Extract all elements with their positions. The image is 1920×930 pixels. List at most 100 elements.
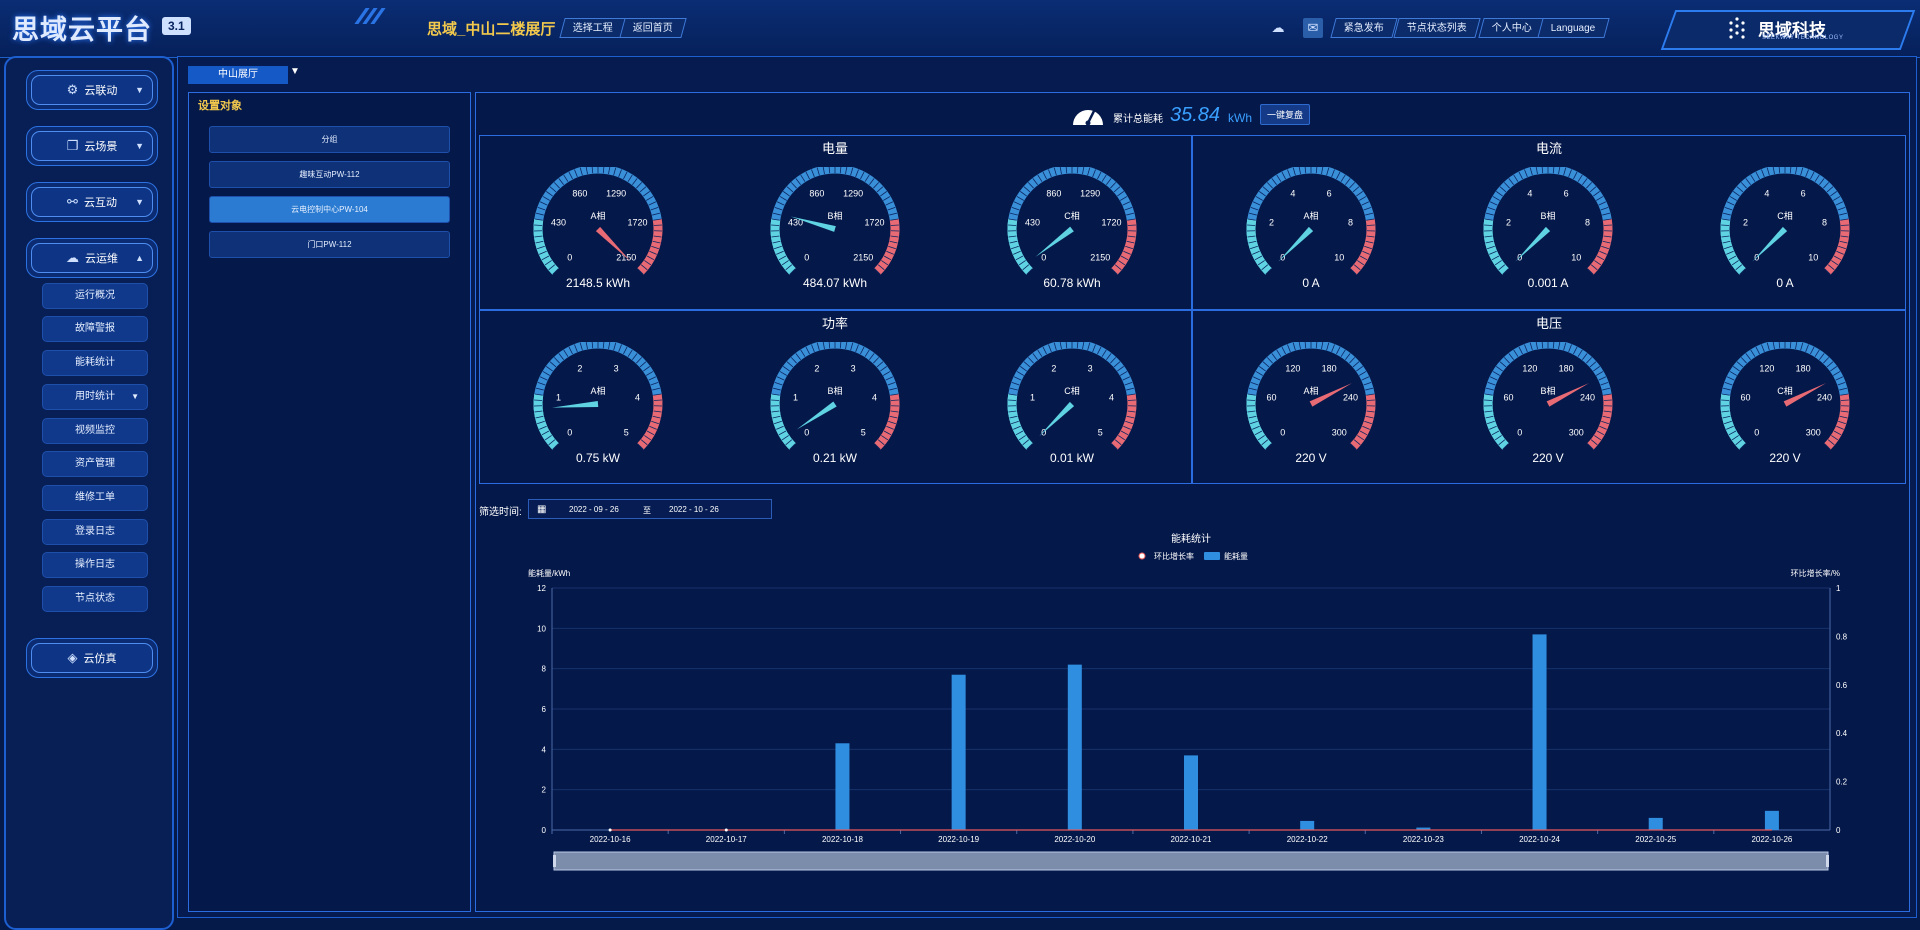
growth-rate-point xyxy=(608,828,612,832)
nav-item-login-log[interactable]: 登录日志 xyxy=(42,519,148,545)
language-button[interactable]: Language xyxy=(1537,18,1610,38)
nav-item-assets[interactable]: 资产管理 xyxy=(42,451,148,477)
x-tick-label: 2022-10-20 xyxy=(1054,835,1095,844)
gauge-tick-label: 120 xyxy=(1759,363,1774,373)
mail-icon[interactable]: ✉ xyxy=(1303,18,1323,38)
gauge-phase-label: B相 xyxy=(1540,385,1555,396)
object-item-entrance[interactable]: 门口PW-112 xyxy=(209,231,450,258)
scene-icon: ❐ xyxy=(66,138,79,153)
gauge: 0246810B相 xyxy=(1483,167,1613,275)
y-axis-label: 能耗量/kWh xyxy=(528,568,570,578)
home-button[interactable]: 返回首页 xyxy=(619,18,687,38)
object-item-fun-interact[interactable]: 趣味互动PW-112 xyxy=(209,161,450,188)
bar[interactable] xyxy=(1300,820,1315,830)
nav-item-overview[interactable]: 运行概况 xyxy=(42,283,148,309)
version-badge: 3.1 xyxy=(162,17,191,35)
y-tick-label: 10 xyxy=(537,624,546,633)
bar[interactable] xyxy=(835,743,850,830)
nav-item-fault-alarm[interactable]: 故障警报 xyxy=(42,316,148,342)
legend-line-marker xyxy=(1138,552,1146,560)
gauge-value: 0.75 kW xyxy=(575,451,620,465)
y-tick-label: 8 xyxy=(542,665,547,674)
gauge-tick-label: 0 xyxy=(804,427,809,437)
bar[interactable] xyxy=(1532,634,1547,830)
gauge-tick-label: 2 xyxy=(1506,218,1511,228)
gauge-value: 484.07 kWh xyxy=(802,276,868,290)
gauge-tick-label: 4 xyxy=(635,393,640,403)
zoom-handle-left[interactable] xyxy=(553,855,556,867)
gauge-tick-label: 6 xyxy=(1564,188,1569,198)
nav-item-video[interactable]: 视频监控 xyxy=(42,418,148,444)
zoom-slider[interactable] xyxy=(553,851,1829,871)
gauge-minor-tick xyxy=(1127,399,1136,401)
quadrant-title: 电流 xyxy=(1535,141,1562,156)
gauge: 0246810A相 xyxy=(1246,167,1376,275)
object-item-control-center[interactable]: 云电控制中心PW-104 xyxy=(209,196,450,223)
gauge-tick-label: 8 xyxy=(1348,218,1353,228)
speedometer-icon xyxy=(1073,110,1103,126)
gauge-value: 0.21 kW xyxy=(812,451,857,465)
y2-tick-label: 0.4 xyxy=(1836,729,1848,738)
nav-item-operation-log[interactable]: 操作日志 xyxy=(42,552,148,578)
gauge: 012345C相 xyxy=(1007,342,1137,450)
chevron-down-icon[interactable]: ▼ xyxy=(290,66,300,77)
nav-group-cloud-scene[interactable]: ❐ 云场景 ▼ xyxy=(26,126,158,166)
gauge: 0 60 120 180 240 300 C相 xyxy=(1720,342,1850,450)
node-status-list-button[interactable]: 节点状态列表 xyxy=(1393,18,1481,38)
date-separator: 至 xyxy=(643,506,651,515)
gauge-tick-label: 2 xyxy=(577,363,582,373)
x-tick-label: 2022-10-21 xyxy=(1171,835,1212,844)
cloud-icon[interactable]: ☁ xyxy=(1268,18,1288,38)
brain-icon: ☁ xyxy=(66,250,79,265)
x-tick-label: 2022-10-22 xyxy=(1287,835,1328,844)
gauge-tick-label: 860 xyxy=(1046,188,1061,198)
bar[interactable] xyxy=(951,674,966,830)
nav-group-cloud-interact[interactable]: ⚯ 云互动 ▼ xyxy=(26,182,158,222)
zoom-handle-right[interactable] xyxy=(1826,855,1829,867)
y-tick-label: 6 xyxy=(542,705,547,714)
gauge-tick-label: 0 xyxy=(567,252,572,262)
gauge-tick-label: 430 xyxy=(551,218,566,228)
brand-subtitle: SEEKWAY TECHNOLOGY xyxy=(1762,35,1844,41)
gauge-tick-label: 2150 xyxy=(1090,252,1110,262)
replay-button[interactable]: 一键复盘 xyxy=(1260,104,1311,125)
emergency-publish-button[interactable]: 紧急发布 xyxy=(1330,18,1398,38)
brand-logo-icon xyxy=(1729,17,1745,39)
gauge-tick-label: 860 xyxy=(572,188,587,198)
x-tick-label: 2022-10-17 xyxy=(706,835,747,844)
select-project-button[interactable]: 选择工程 xyxy=(559,18,627,38)
gauge: 0 1 2 3 4 5 B相 xyxy=(770,342,900,450)
gauge-needle xyxy=(1515,226,1551,262)
top-bar xyxy=(0,0,1920,58)
filter-time-label: 筛选时间: xyxy=(479,507,522,518)
gauge-tick-label: 2150 xyxy=(853,252,873,262)
gauge-minor-tick xyxy=(534,399,543,401)
bar[interactable] xyxy=(1184,755,1198,830)
date-range-picker[interactable]: ▦ 2022 - 09 - 26 至 2022 - 10 - 26 xyxy=(528,499,772,519)
nav-item-energy-stats[interactable]: 能耗统计 xyxy=(42,350,148,376)
nav-group-cloud-link[interactable]: ⚙ 云联动 ▼ xyxy=(26,70,158,110)
gauge-minor-tick xyxy=(1127,224,1136,226)
total-energy-value: 35.84 xyxy=(1170,104,1221,126)
bar[interactable] xyxy=(1648,817,1663,830)
object-item-group[interactable]: 分组 xyxy=(209,126,450,153)
gauge: 0246810C相 xyxy=(1720,167,1850,275)
profile-button[interactable]: 个人中心 xyxy=(1478,18,1546,38)
nav-item-node-status[interactable]: 节点状态 xyxy=(42,586,148,612)
bar[interactable] xyxy=(1764,810,1779,830)
nav-item-usage-stats[interactable]: 用时统计 ▼ xyxy=(42,384,148,410)
y2-tick-label: 0 xyxy=(1836,826,1841,835)
nav-group-cloud-ops[interactable]: ☁ 云运维 ▲ xyxy=(26,238,158,278)
tab-zhongshan[interactable]: 中山展厅 xyxy=(188,66,288,84)
nav-group-cloud-simulate[interactable]: ◈ 云仿真 xyxy=(26,638,158,678)
chart-title: 能耗统计 xyxy=(1171,532,1211,545)
gauge-tick-label: 5 xyxy=(624,427,629,437)
energy-chart: 能耗统计环比增长率 能耗量能耗量/kWh 环比增长率/% 0 2 4 6 8 10 12 0 0.2 0… xyxy=(528,532,1848,871)
nav-item-repair-orders[interactable]: 维修工单 xyxy=(42,485,148,511)
chevron-down-icon: ▼ xyxy=(135,141,144,151)
gauge-minor-tick xyxy=(1366,224,1375,226)
y2-tick-label: 0.8 xyxy=(1836,632,1848,641)
y2-tick-label: 0.6 xyxy=(1836,681,1848,690)
bar[interactable] xyxy=(1067,664,1082,830)
y2-tick-label: 0.2 xyxy=(1836,778,1848,787)
